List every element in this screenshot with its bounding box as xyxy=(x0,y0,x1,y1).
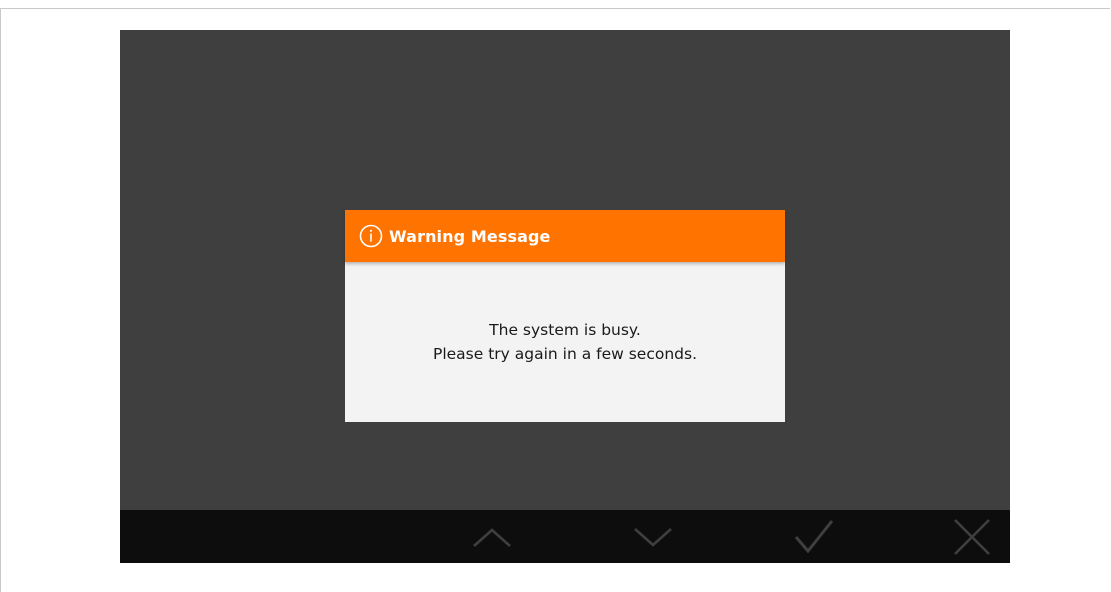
warning-dialog: Warning Message The system is busy. Plea… xyxy=(345,210,785,422)
dialog-header: Warning Message xyxy=(345,210,785,262)
bottom-navigation-bar xyxy=(120,510,1010,563)
dialog-body: The system is busy. Please try again in … xyxy=(345,262,785,422)
down-button[interactable] xyxy=(623,510,683,563)
up-button[interactable] xyxy=(462,510,522,563)
checkmark-icon xyxy=(792,517,836,557)
dialog-title: Warning Message xyxy=(389,226,551,246)
window-frame: Warning Message The system is busy. Plea… xyxy=(0,8,1110,592)
info-icon xyxy=(359,224,383,248)
cancel-button[interactable] xyxy=(942,510,1002,563)
close-icon xyxy=(952,517,992,557)
dialog-message-line-1: The system is busy. xyxy=(489,321,641,339)
device-screen: Warning Message The system is busy. Plea… xyxy=(120,30,1010,563)
dialog-message-line-2: Please try again in a few seconds. xyxy=(432,345,698,363)
chevron-down-icon xyxy=(633,525,673,549)
chevron-up-icon xyxy=(472,525,512,549)
confirm-button[interactable] xyxy=(784,510,844,563)
